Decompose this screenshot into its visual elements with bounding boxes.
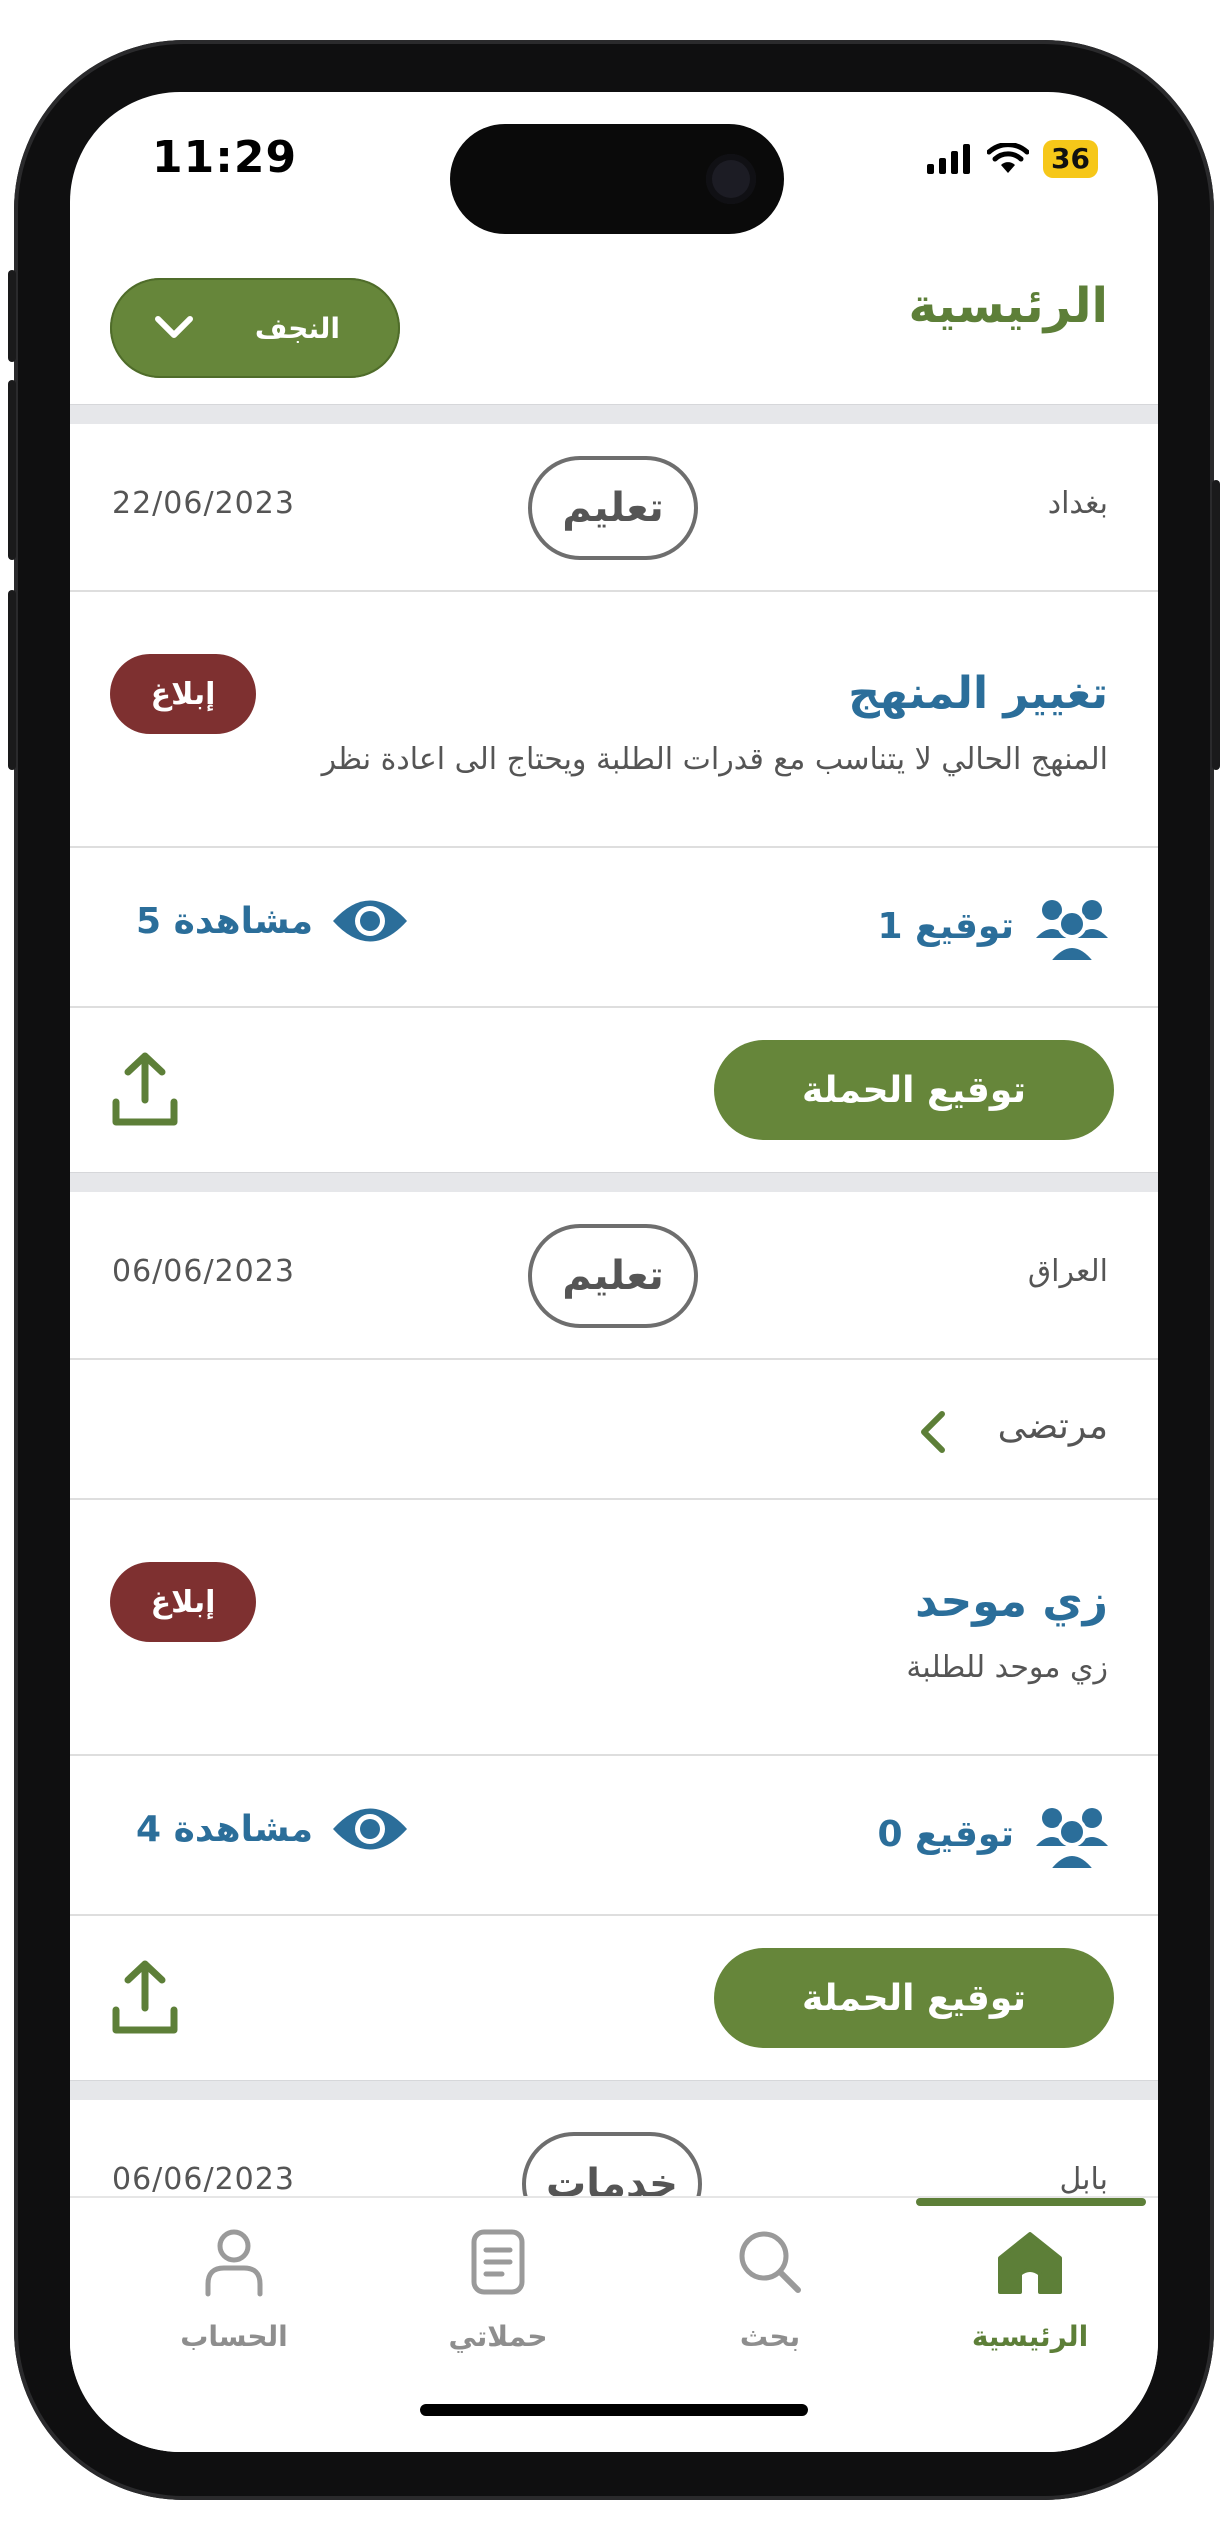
share-icon: [112, 1960, 178, 2034]
campaign-description: زي موحد للطلبة: [906, 1650, 1108, 1685]
share-icon: [112, 1052, 178, 1126]
volume-up-button: [8, 380, 16, 560]
dynamic-island: [450, 124, 784, 234]
views-count: 5 مشاهدة: [136, 892, 409, 950]
sign-campaign-button[interactable]: توقيع الحملة: [714, 1948, 1114, 2048]
document-icon: [471, 2229, 525, 2295]
search-icon: [739, 2231, 801, 2293]
author-name[interactable]: مرتضى: [998, 1406, 1108, 1447]
campaign-stats: 1 توقيع 5 مشاهدة: [70, 848, 1158, 1008]
eye-icon: [333, 1808, 408, 1850]
active-tab-indicator: [916, 2198, 1146, 2206]
campaign-author-row[interactable]: مرتضى: [70, 1360, 1158, 1500]
tab-account-label: الحساب: [180, 2320, 288, 2353]
campaign-title[interactable]: تغيير المنهج: [848, 668, 1108, 719]
campaign-title[interactable]: زي موحد: [915, 1576, 1108, 1627]
campaign-stats: 0 توقيع 4 مشاهدة: [70, 1756, 1158, 1916]
campaign-place: العراق: [1027, 1254, 1108, 1289]
campaign-actions: توقيع الحملة: [70, 1916, 1158, 2080]
signatures-count: 1 توقيع: [877, 890, 1112, 962]
chevron-left-icon: [921, 1411, 945, 1453]
share-button[interactable]: [110, 1050, 180, 1134]
divider: [70, 1172, 1158, 1192]
campaign-meta: بغداد تعليم 22/06/2023: [70, 424, 1158, 592]
city-label: النجف: [254, 311, 340, 345]
campaign-date: 06/06/2023: [112, 2162, 295, 2197]
people-icon: [1036, 900, 1108, 962]
tab-account[interactable]: الحساب: [124, 2226, 344, 2353]
campaign-description: المنهج الحالي لا يتناسب مع قدرات الطلبة …: [321, 742, 1108, 777]
status-time: 11:29: [152, 132, 298, 183]
wifi-icon: [987, 143, 1030, 173]
chevron-down-icon: [155, 316, 193, 338]
camera-icon: [706, 154, 756, 204]
tab-my-campaigns-label: حملاتي: [448, 2320, 548, 2353]
sign-campaign-button[interactable]: توقيع الحملة: [714, 1040, 1114, 1140]
header: الرئيسية النجف: [70, 242, 1158, 378]
signal-icon: [927, 144, 971, 174]
volume-down-button: [8, 590, 16, 770]
campaign-body[interactable]: تغيير المنهج المنهج الحالي لا يتناسب مع …: [70, 592, 1158, 848]
divider: [70, 2080, 1158, 2100]
report-button[interactable]: إبلاغ: [110, 654, 256, 734]
mute-switch: [8, 270, 16, 362]
report-button[interactable]: إبلاغ: [110, 1562, 256, 1642]
home-icon: [998, 2232, 1062, 2294]
signatures-count: 0 توقيع: [877, 1798, 1112, 1870]
eye-icon: [333, 900, 408, 942]
campaign-meta: العراق تعليم 06/06/2023: [70, 1192, 1158, 1360]
tab-home-label: الرئيسية: [971, 2320, 1089, 2353]
divider: [70, 404, 1158, 424]
home-indicator[interactable]: [420, 2404, 808, 2416]
screen: 11:29 36 الرئيسية النجف بغداد تعليم 22/0…: [70, 92, 1158, 2452]
tab-home[interactable]: الرئيسية: [920, 2226, 1140, 2353]
page-title: الرئيسية: [908, 278, 1109, 334]
people-icon: [1036, 1808, 1108, 1870]
status-icons: 36: [927, 140, 1098, 178]
share-button[interactable]: [110, 1958, 180, 2042]
city-dropdown[interactable]: النجف: [110, 278, 400, 378]
campaign-date: 22/06/2023: [112, 486, 295, 521]
campaign-actions: توقيع الحملة: [70, 1008, 1158, 1172]
person-icon: [205, 2229, 263, 2297]
campaign-feed: بغداد تعليم 22/06/2023 تغيير المنهج المن…: [70, 404, 1158, 2268]
signatures-label: 0 توقيع: [877, 1813, 1014, 1855]
tab-search[interactable]: بحث: [660, 2226, 880, 2353]
views-count: 4 مشاهدة: [136, 1800, 409, 1858]
campaign-date: 06/06/2023: [112, 1254, 295, 1289]
tab-search-label: بحث: [739, 2320, 801, 2353]
category-chip[interactable]: تعليم: [528, 1224, 698, 1328]
campaign-place: بغداد: [1047, 486, 1108, 521]
battery-icon: 36: [1043, 140, 1098, 178]
views-label: 5 مشاهدة: [136, 900, 314, 942]
views-label: 4 مشاهدة: [136, 1808, 314, 1850]
campaign-body[interactable]: زي موحد زي موحد للطلبة إبلاغ: [70, 1500, 1158, 1756]
campaign-place: بابل: [1059, 2162, 1108, 2197]
signatures-label: 1 توقيع: [877, 905, 1014, 947]
tab-my-campaigns[interactable]: حملاتي: [388, 2226, 608, 2353]
power-button: [1212, 480, 1220, 770]
category-chip[interactable]: تعليم: [528, 456, 698, 560]
